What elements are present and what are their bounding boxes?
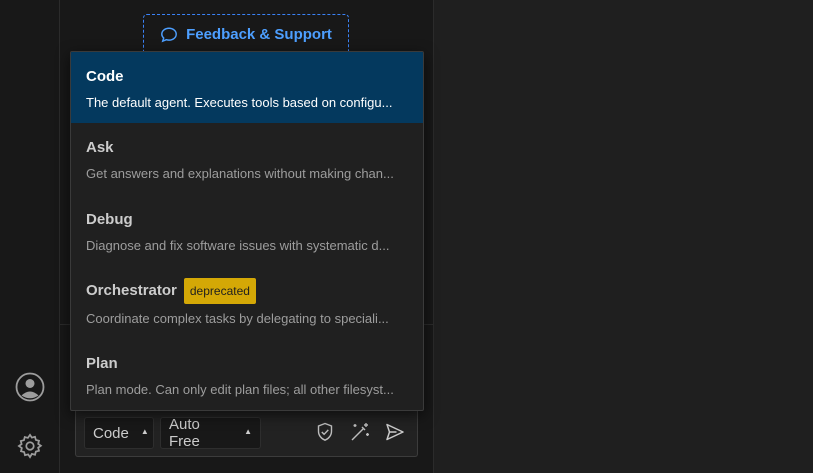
menu-item-code[interactable]: Code The default agent. Executes tools b… (71, 52, 423, 123)
menu-item-title: Debug (86, 211, 133, 228)
chat-bubble-icon (160, 26, 178, 44)
menu-item-debug[interactable]: Debug Diagnose and fix software issues w… (71, 195, 423, 267)
model-select-value: Auto Free (169, 416, 200, 450)
menu-item-description: The default agent. Executes tools based … (86, 95, 393, 110)
menu-item-orchestrator[interactable]: Orchestrator deprecated Coordinate compl… (71, 267, 423, 340)
caret-up-icon: ▲ (244, 427, 252, 436)
mode-dropdown-menu: Code The default agent. Executes tools b… (70, 51, 424, 411)
editor-area (434, 0, 813, 473)
menu-item-title: Code (86, 68, 124, 85)
menu-item-description: Get answers and explanations without mak… (86, 166, 394, 181)
menu-item-description: Diagnose and fix software issues with sy… (86, 238, 390, 253)
feedback-label: Feedback & Support (186, 26, 332, 43)
gear-icon[interactable] (14, 430, 46, 462)
menu-item-title: Orchestrator (86, 282, 177, 299)
model-select[interactable]: Auto Free ▲ (160, 416, 261, 450)
menu-item-title: Ask (86, 139, 114, 156)
caret-up-icon: ▲ (140, 427, 149, 436)
activity-bar (0, 0, 60, 473)
magic-wand-icon[interactable] (348, 420, 372, 444)
deprecated-badge: deprecated (183, 278, 256, 304)
menu-item-plan[interactable]: Plan Plan mode. Can only edit plan files… (71, 340, 423, 410)
send-icon[interactable] (383, 420, 407, 444)
account-icon[interactable] (14, 371, 46, 403)
mode-select[interactable]: Code ▲ (84, 417, 154, 449)
menu-item-title: Plan (86, 355, 118, 372)
feedback-support-button[interactable]: Feedback & Support (143, 14, 349, 55)
menu-item-description: Coordinate complex tasks by delegating t… (86, 311, 389, 326)
shield-icon[interactable] (313, 420, 337, 444)
mode-select-value: Code (93, 424, 129, 442)
menu-item-description: Plan mode. Can only edit plan files; all… (86, 382, 394, 397)
menu-item-ask[interactable]: Ask Get answers and explanations without… (71, 123, 423, 195)
